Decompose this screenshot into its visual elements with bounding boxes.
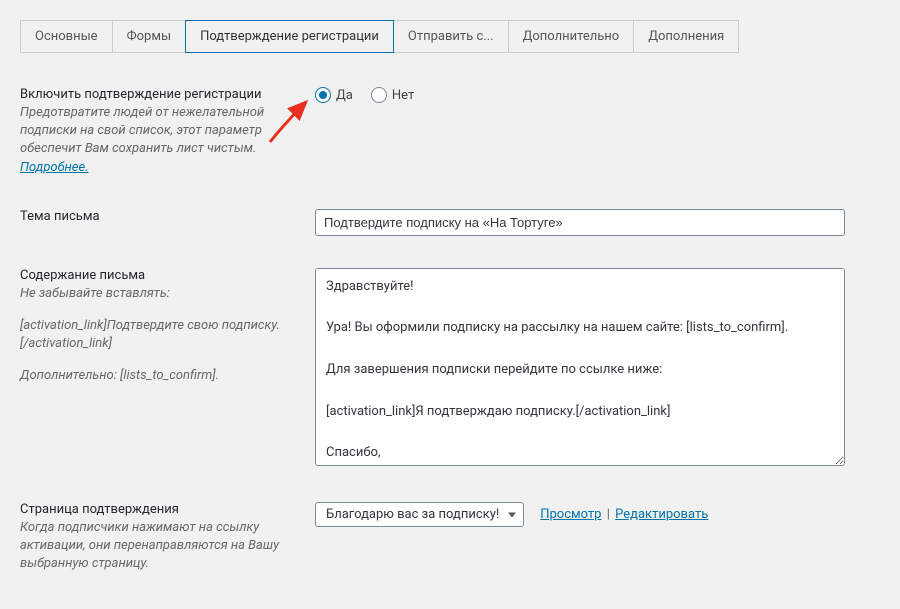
confirm-page-select[interactable]: Благодарю вас за подписку!: [315, 502, 524, 527]
subject-title: Тема письма: [20, 209, 295, 224]
tab-basic[interactable]: Основные: [20, 20, 113, 53]
tab-forms[interactable]: Формы: [112, 20, 186, 53]
enable-confirm-desc: Предотвратите людей от нежелательной под…: [20, 104, 295, 177]
preview-link[interactable]: Просмотр: [540, 507, 601, 522]
radio-no[interactable]: Нет: [371, 87, 414, 103]
radio-yes[interactable]: Да: [315, 87, 353, 103]
content-textarea[interactable]: [315, 268, 845, 466]
confirm-page-title: Страница подтверждения: [20, 502, 295, 517]
confirm-page-desc: Когда подписчики нажимают на ссылку акти…: [20, 519, 295, 574]
content-desc: Не забывайте вставлять:: [20, 285, 295, 303]
radio-no-input[interactable]: [371, 87, 387, 103]
tab-send-from[interactable]: Отправить с...: [393, 20, 509, 53]
tab-addons[interactable]: Дополнения: [633, 20, 739, 53]
link-separator: |: [607, 507, 610, 522]
radio-yes-label: Да: [336, 88, 353, 103]
tabs: Основные Формы Подтверждение регистрации…: [20, 20, 880, 53]
content-extra2: Дополнительно: [lists_to_confirm].: [20, 367, 295, 385]
tab-confirm-registration[interactable]: Подтверждение регистрации: [185, 20, 394, 53]
edit-link[interactable]: Редактировать: [615, 507, 708, 522]
content-extra1: [activation_link]Подтвердите свою подпис…: [20, 317, 295, 353]
radio-yes-input[interactable]: [315, 87, 331, 103]
content-title: Содержание письма: [20, 268, 295, 283]
enable-confirm-more-link[interactable]: Подробнее.: [20, 160, 88, 175]
enable-confirm-title: Включить подтверждение регистрации: [20, 87, 295, 102]
radio-no-label: Нет: [392, 88, 414, 103]
row-content: Содержание письма Не забывайте вставлять…: [20, 252, 880, 486]
enable-confirm-radio-group: Да Нет: [315, 87, 880, 103]
subject-input[interactable]: [315, 209, 845, 236]
row-enable-confirm: Включить подтверждение регистрации Предо…: [20, 71, 880, 193]
row-subject: Тема письма: [20, 193, 880, 252]
tab-advanced[interactable]: Дополнительно: [508, 20, 635, 53]
